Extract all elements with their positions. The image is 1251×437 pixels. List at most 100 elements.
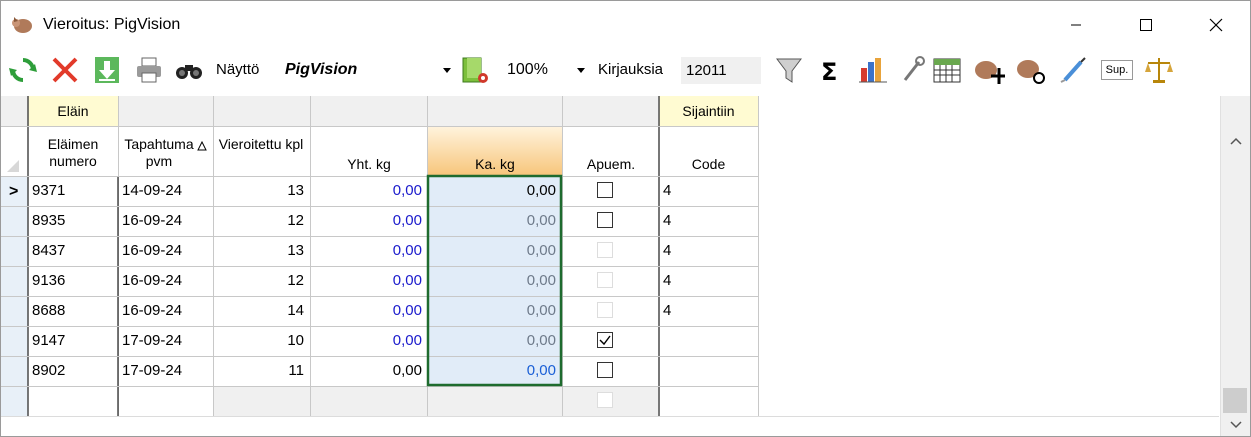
cell-avg-kg[interactable]: 0,00: [428, 362, 556, 379]
cell-code[interactable]: 4: [663, 302, 671, 319]
records-label: Kirjauksia: [598, 61, 664, 78]
cell-animal-number[interactable]: 9147: [32, 332, 65, 349]
cell-code[interactable]: 4: [663, 212, 671, 229]
group-header-location: Sijaintiin: [682, 103, 735, 119]
printer-icon[interactable]: [133, 54, 165, 86]
download-icon[interactable]: [91, 54, 123, 86]
view-label: Näyttö: [216, 61, 260, 78]
cell-total-kg[interactable]: 0,00: [311, 302, 422, 319]
cell-event-date[interactable]: 16-09-24: [122, 302, 182, 319]
cell-helper-checkbox[interactable]: [597, 332, 613, 348]
scale-icon[interactable]: [1143, 54, 1175, 86]
records-count: 12011: [686, 62, 727, 79]
cell-total-kg[interactable]: 0,00: [311, 242, 422, 259]
cell-helper-checkbox[interactable]: [597, 212, 613, 228]
close-button[interactable]: [1181, 1, 1250, 49]
minimize-button[interactable]: [1041, 1, 1111, 49]
cell-event-date[interactable]: 17-09-24: [122, 362, 182, 379]
cell-avg-kg[interactable]: 0,00: [428, 332, 556, 349]
cell-event-date[interactable]: 16-09-24: [122, 242, 182, 259]
cell-animal-number[interactable]: 8688: [32, 302, 65, 319]
report-settings-icon[interactable]: [459, 54, 491, 86]
cell-weaned-count[interactable]: 11: [214, 362, 304, 379]
cell-animal-number[interactable]: 8437: [32, 242, 65, 259]
sum-icon[interactable]: Σ: [815, 54, 847, 86]
cell-helper-checkbox[interactable]: [597, 362, 613, 378]
cell-weaned-count[interactable]: 14: [214, 302, 304, 319]
binoculars-icon[interactable]: [173, 54, 205, 86]
cell-total-kg[interactable]: 0,00: [311, 272, 422, 289]
cell-avg-kg[interactable]: 0,00: [428, 212, 556, 229]
records-count-field: 12011: [681, 57, 761, 84]
svg-text:Σ: Σ: [821, 58, 837, 86]
cell-animal-number[interactable]: 9371: [32, 182, 65, 199]
add-animal-icon[interactable]: [973, 54, 1005, 86]
cell-event-date[interactable]: 14-09-24: [122, 182, 182, 199]
cell-helper-checkbox: [597, 302, 613, 318]
column-header-event-date[interactable]: Tapahtuma pvm: [121, 136, 197, 170]
cell-weaned-count[interactable]: 12: [214, 212, 304, 229]
cell-weaned-count[interactable]: 13: [214, 182, 304, 199]
cell-code[interactable]: 4: [663, 182, 671, 199]
cell-avg-kg[interactable]: 0,00: [428, 272, 556, 289]
cell-total-kg[interactable]: 0,00: [311, 182, 422, 199]
wrench-icon[interactable]: [897, 54, 929, 86]
data-grid[interactable]: Eläin Sijaintiin Eläimen numero Tapahtum…: [1, 96, 1219, 416]
group-header-animal: Eläin: [57, 103, 89, 119]
view-select[interactable]: PigVision: [277, 57, 457, 84]
column-header-code[interactable]: Code: [659, 156, 758, 173]
cell-animal-number[interactable]: 8935: [32, 212, 65, 229]
delete-icon[interactable]: [49, 54, 81, 86]
window-title: Vieroitus: PigVision: [43, 16, 181, 33]
syringe-icon[interactable]: [1057, 54, 1089, 86]
bar-chart-icon[interactable]: [857, 54, 889, 86]
scrollbar-thumb[interactable]: [1223, 388, 1247, 413]
cell-event-date[interactable]: 16-09-24: [122, 272, 182, 289]
zoom-select[interactable]: 100%: [501, 57, 591, 84]
cell-weaned-count[interactable]: 10: [214, 332, 304, 349]
cell-helper-checkbox[interactable]: [597, 182, 613, 198]
close-icon: [1209, 18, 1223, 32]
maximize-button[interactable]: [1111, 1, 1181, 49]
cell-avg-kg[interactable]: 0,00: [428, 302, 556, 319]
toolbar: Näyttö PigVision 100% Kirjauksia 12011 Σ: [1, 49, 1250, 95]
refresh-animal-icon[interactable]: [1015, 54, 1047, 86]
cell-total-kg[interactable]: 0,00: [311, 212, 422, 229]
column-header-total-kg[interactable]: Yht. kg: [313, 156, 425, 173]
vertical-scrollbar[interactable]: [1220, 96, 1250, 436]
cell-total-kg[interactable]: 0,00: [311, 362, 422, 379]
column-header-animal-number[interactable]: Eläimen numero: [31, 136, 115, 170]
title-bar: Vieroitus: PigVision: [1, 1, 1250, 49]
cell-animal-number[interactable]: 9136: [32, 272, 65, 289]
column-header-avg-kg[interactable]: Ka. kg: [428, 156, 562, 173]
app-window: Vieroitus: PigVision Näyttö PigVision 10…: [0, 0, 1251, 437]
cell-helper-checkbox: [597, 242, 613, 258]
new-row-helper-checkbox: [597, 392, 613, 408]
cell-animal-number[interactable]: 8902: [32, 362, 65, 379]
cell-event-date[interactable]: 17-09-24: [122, 332, 182, 349]
cell-weaned-count[interactable]: 12: [214, 272, 304, 289]
sort-ascending-icon: [197, 141, 207, 151]
cell-code[interactable]: 4: [663, 272, 671, 289]
cell-avg-kg[interactable]: 0,00: [428, 242, 556, 259]
maximize-icon: [1140, 19, 1152, 31]
cell-weaned-count[interactable]: 13: [214, 242, 304, 259]
minimize-icon: [1071, 24, 1081, 26]
sup-button[interactable]: Sup.: [1101, 60, 1133, 80]
scroll-down-icon[interactable]: [1230, 421, 1242, 429]
filter-icon[interactable]: [773, 54, 805, 86]
current-row-indicator: >: [9, 183, 19, 200]
cell-event-date[interactable]: 16-09-24: [122, 212, 182, 229]
calendar-icon[interactable]: [931, 54, 963, 86]
horizontal-scrollbar-area: [1, 416, 1219, 436]
view-select-value: PigVision: [285, 61, 358, 78]
column-header-weaned-count[interactable]: Vieroitettu kpl: [217, 136, 305, 153]
column-header-helper[interactable]: Apuem.: [563, 156, 659, 173]
zoom-select-value: 100%: [507, 61, 548, 78]
cell-helper-checkbox: [597, 272, 613, 288]
cell-avg-kg[interactable]: 0,00: [428, 182, 556, 199]
cell-total-kg[interactable]: 0,00: [311, 332, 422, 349]
cell-code[interactable]: 4: [663, 242, 671, 259]
scroll-up-icon[interactable]: [1230, 137, 1242, 145]
refresh-icon[interactable]: [7, 54, 39, 86]
